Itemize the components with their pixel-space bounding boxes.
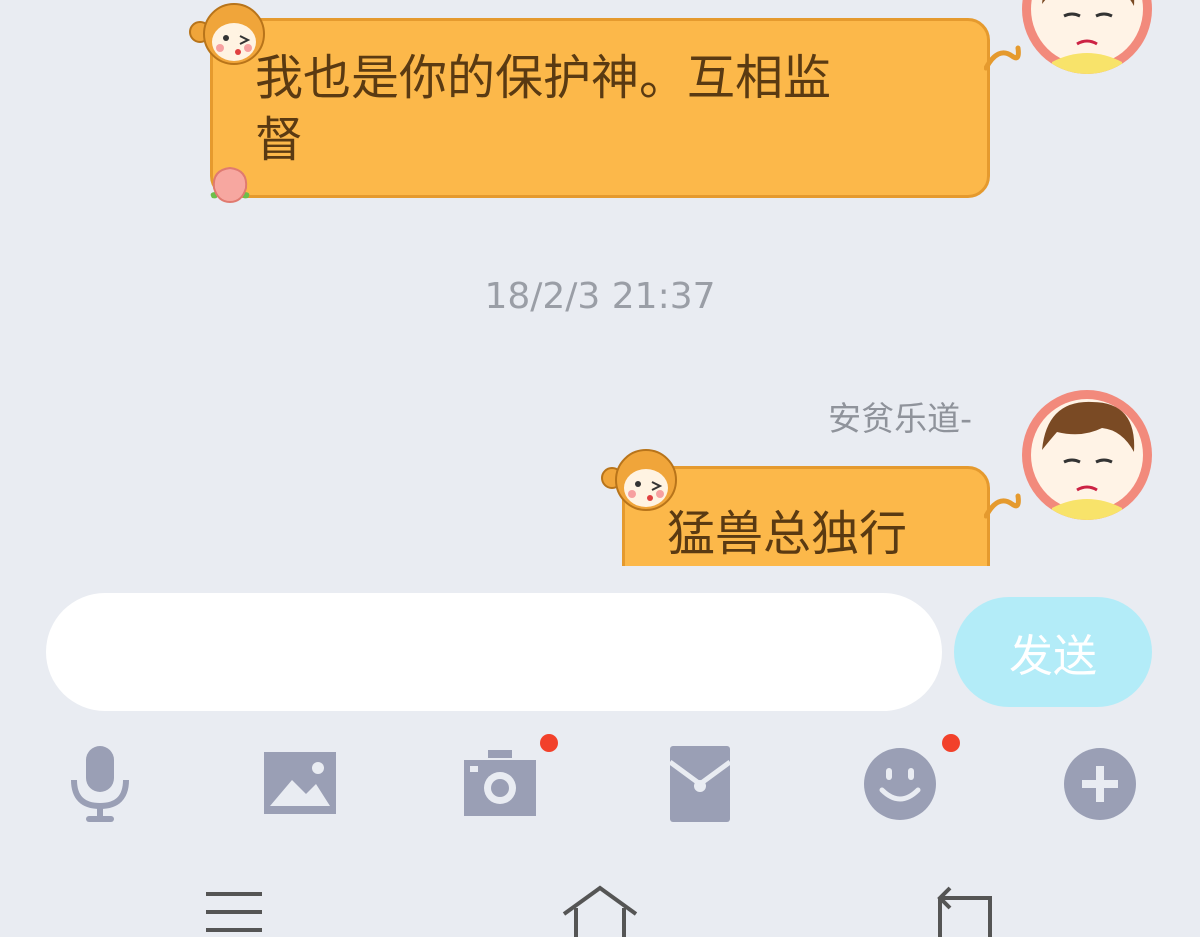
message-text: 我也是你的保护神。互相监 督: [255, 47, 965, 171]
home-icon[interactable]: [560, 884, 640, 937]
back-icon[interactable]: [934, 884, 994, 937]
send-button[interactable]: 发送: [954, 597, 1152, 707]
message-bubble[interactable]: 我也是你的保护神。互相监 督: [210, 18, 990, 198]
emoji-icon[interactable]: [860, 744, 940, 824]
timestamp: 18/2/3 21:37: [484, 276, 716, 317]
composer: 发送: [0, 566, 1200, 937]
camera-icon[interactable]: [460, 744, 540, 824]
plus-icon[interactable]: [1060, 744, 1140, 824]
tail-icon: [984, 493, 1021, 519]
message-line: 我也是你的保护神。互相监: [255, 50, 832, 106]
message-input[interactable]: [46, 593, 942, 711]
message-text: 猛兽总独行: [667, 506, 908, 562]
tail-icon: [984, 45, 1021, 71]
message-line: 督: [255, 112, 304, 168]
notification-badge: [540, 734, 558, 752]
chat-area: 我也是你的保护神。互相监 督 18/2/3 21:37 安贫乐道- 猛兽总独行: [0, 0, 1200, 566]
peach-icon: [210, 166, 250, 204]
menu-icon[interactable]: [204, 884, 264, 937]
notification-badge: [942, 734, 960, 752]
red-envelope-icon[interactable]: [660, 744, 740, 824]
microphone-icon[interactable]: [60, 744, 140, 824]
avatar[interactable]: [1022, 390, 1152, 520]
image-icon[interactable]: [260, 744, 340, 824]
monkey-icon: [601, 449, 677, 511]
sender-name: 安贫乐道-: [828, 399, 972, 438]
monkey-icon: [189, 3, 265, 65]
avatar[interactable]: [1022, 0, 1152, 74]
